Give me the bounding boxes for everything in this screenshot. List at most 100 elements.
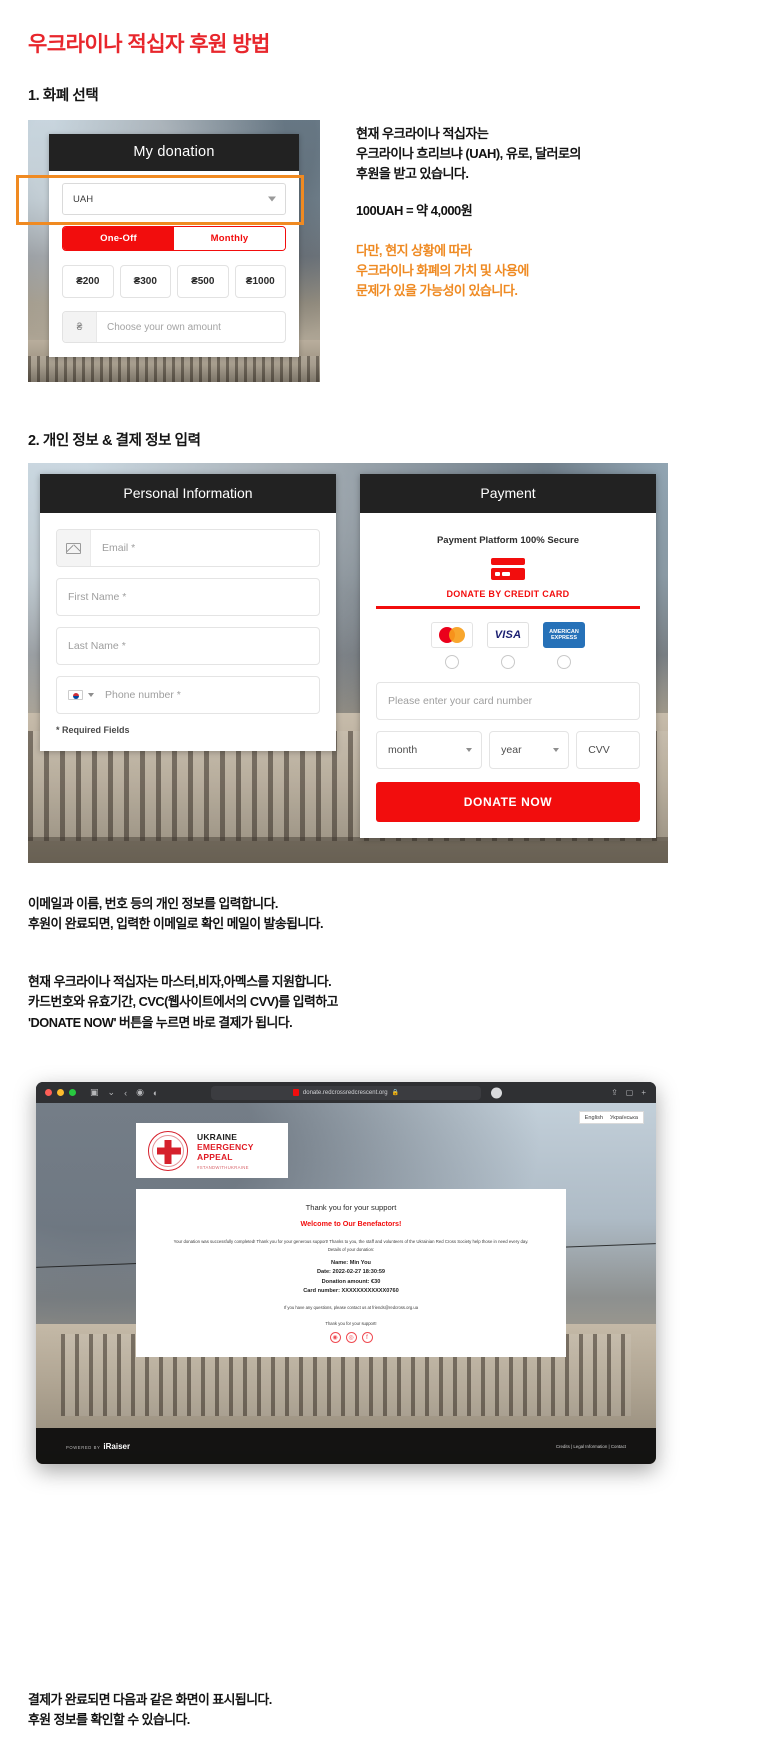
payment-card: Payment Payment Platform 100% Secure DON… (360, 474, 656, 838)
required-fields-note: * Required Fields (56, 725, 130, 735)
chevron-down-icon (553, 748, 560, 752)
logo-hashtag: #STANDWITHUKRAINE (197, 1164, 249, 1170)
amount-button[interactable]: ₴500 (177, 265, 229, 298)
browser-window-screenshot: ▣ ⌄ ‹ ◉ ◐ donate.redcrossredcrescent.org… (36, 1082, 656, 1464)
contact-line[interactable]: If you have any questions, please contac… (152, 1304, 550, 1312)
year-select[interactable]: year (489, 731, 570, 769)
frequency-toggle[interactable]: One-Off Monthly (62, 226, 286, 251)
radio-visa[interactable] (501, 655, 515, 669)
year-value: year (501, 744, 522, 756)
visa-icon[interactable]: VISA (487, 622, 529, 648)
tab-monthly[interactable]: Monthly (174, 227, 285, 250)
expiry-row: month year CVV (376, 731, 640, 769)
window-controls[interactable] (45, 1089, 76, 1096)
close-icon[interactable] (45, 1089, 52, 1096)
share-icon[interactable]: ⇪ (611, 1088, 618, 1097)
site-logo: UKRAINE EMERGENCY APPEAL #STANDWITHUKRAI… (136, 1123, 288, 1178)
radio-amex[interactable] (557, 655, 571, 669)
phone-placeholder: Phone number * (105, 689, 181, 701)
card-brand-radio-row (376, 655, 640, 669)
chevron-down-icon (268, 196, 276, 202)
chevron-down-icon[interactable]: ⌄ (108, 1087, 116, 1098)
maximize-icon[interactable] (69, 1089, 76, 1096)
amex-line-1: AMERICAN (549, 628, 579, 635)
active-tab-arrow-icon (114, 249, 127, 250)
page-title: 우크라이나 적십자 후원 방법 (28, 33, 270, 56)
cvv-input[interactable]: CVV (576, 731, 640, 769)
card-number-input[interactable]: Please enter your card number (376, 682, 640, 720)
amount-button[interactable]: ₴200 (62, 265, 114, 298)
details-label: Details of your donation: (327, 1247, 375, 1253)
chevron-down-icon (466, 748, 473, 752)
amount-button[interactable]: ₴300 (119, 265, 171, 298)
own-amount-placeholder: Choose your own amount (107, 321, 221, 333)
note-line: 현재 우크라이나 적십자는 마스터,비자,아멕스를 지원합니다. (28, 974, 332, 989)
note-line: 후원 정보를 확인할 수 있습니다. (28, 1712, 190, 1728)
new-tab-icon[interactable]: + (641, 1088, 646, 1097)
url-text: donate.redcrossredcrescent.org (302, 1089, 388, 1096)
hryvnia-symbol: ₴ (63, 312, 97, 342)
radio-mastercard[interactable] (445, 655, 459, 669)
amex-line-2: EXPRESS (551, 635, 577, 641)
amex-icon[interactable]: AMERICAN EXPRESS (543, 622, 585, 648)
back-icon[interactable]: ‹ (124, 1088, 127, 1098)
thank-you-title: Thank you for your support (305, 1203, 397, 1212)
lang-english[interactable]: English (585, 1115, 603, 1121)
note-line: 결제가 완료되면 다음과 같은 화면이 표시됩니다. (28, 1692, 272, 1707)
last-name-field[interactable]: Last Name * (56, 627, 320, 665)
footer-links[interactable]: Credits | Legal Information | Contact (556, 1444, 626, 1449)
currency-select[interactable]: UAH (62, 183, 286, 215)
my-donation-card: My donation UAH One-Off Monthly ₴200 ₴30… (49, 134, 299, 357)
amount-button[interactable]: ₴1000 (234, 265, 286, 298)
browser-chrome-bar: ▣ ⌄ ‹ ◉ ◐ donate.redcrossredcrescent.org… (36, 1082, 656, 1103)
month-value: month (388, 744, 418, 756)
thank-you-body: Your donation was successfully completed… (173, 1239, 529, 1244)
sidebar-icon[interactable]: ▣ (90, 1087, 99, 1098)
thanks-again-line: Thank you for your support! (325, 1320, 377, 1326)
visa-label: VISA (494, 629, 522, 641)
card-brand-row: VISA AMERICAN EXPRESS (376, 622, 640, 648)
tabs-icon[interactable]: ▢ (626, 1088, 634, 1097)
thank-you-subtitle: Welcome to Our Benefactors! (300, 1219, 402, 1228)
personal-information-title: Personal Information (40, 474, 336, 513)
minimize-icon[interactable] (57, 1089, 64, 1096)
language-switcher[interactable]: English Українська (578, 1111, 644, 1124)
tab-one-off[interactable]: One-Off (63, 227, 174, 250)
red-cross-seal-icon (148, 1130, 188, 1171)
warning-line: 문제가 있을 가능성이 있습니다. (356, 282, 518, 298)
tab-indicator[interactable] (491, 1087, 502, 1098)
step-1-heading: 1. 화폐 선택 (28, 88, 99, 104)
mastercard-icon[interactable] (431, 622, 473, 648)
exchange-rate-note: 100UAH = 약 4,000원 (356, 203, 473, 219)
step-2-note-paragraph-2: 현재 우크라이나 적십자는 마스터,비자,아멕스를 지원합니다. 카드번호와 유… (28, 972, 338, 1033)
favicon-icon (292, 1089, 299, 1096)
first-name-field[interactable]: First Name * (56, 578, 320, 616)
logo-line-1: UKRAINE (197, 1131, 238, 1142)
facebook-icon[interactable]: f (361, 1332, 373, 1344)
donate-now-button[interactable]: DONATE NOW (376, 782, 640, 822)
globe-icon[interactable]: ◉ (329, 1332, 341, 1344)
personal-information-card: Personal Information Email * First Name … (40, 474, 336, 751)
payment-title: Payment (360, 474, 656, 513)
own-amount-input[interactable]: ₴ Choose your own amount (62, 311, 286, 343)
shield-icon[interactable]: ◉ (136, 1087, 144, 1098)
email-field[interactable]: Email * (56, 529, 320, 567)
credit-card-icon (491, 558, 525, 580)
social-links: ◉ ◎ f (152, 1332, 550, 1344)
country-code-selector[interactable] (57, 690, 94, 700)
donate-by-credit-card-label: DONATE BY CREDIT CARD (446, 589, 570, 599)
phone-number-field[interactable]: Phone number * (56, 676, 320, 714)
address-bar[interactable]: donate.redcrossredcrescent.org 🔒 (211, 1085, 481, 1100)
envelope-icon-wrap (57, 530, 91, 566)
iraiser-logo: iRaiser (103, 1441, 131, 1451)
site-footer: POWERED BY iRaiser Credits | Legal Infor… (36, 1428, 656, 1464)
instagram-icon[interactable]: ◎ (345, 1332, 357, 1344)
month-select[interactable]: month (376, 731, 483, 769)
donation-widget-screenshot: My donation UAH One-Off Monthly ₴200 ₴30… (28, 120, 320, 382)
reader-icon[interactable]: ◐ (153, 1088, 158, 1098)
logo-line-2: EMERGENCY APPEAL (197, 1141, 254, 1162)
detail-name: Name: Min You (331, 1260, 371, 1267)
amount-preset-row: ₴200 ₴300 ₴500 ₴1000 (62, 265, 286, 298)
lang-ukrainian[interactable]: Українська (610, 1115, 638, 1121)
checkout-form-screenshot: Personal Information Email * First Name … (28, 463, 668, 863)
